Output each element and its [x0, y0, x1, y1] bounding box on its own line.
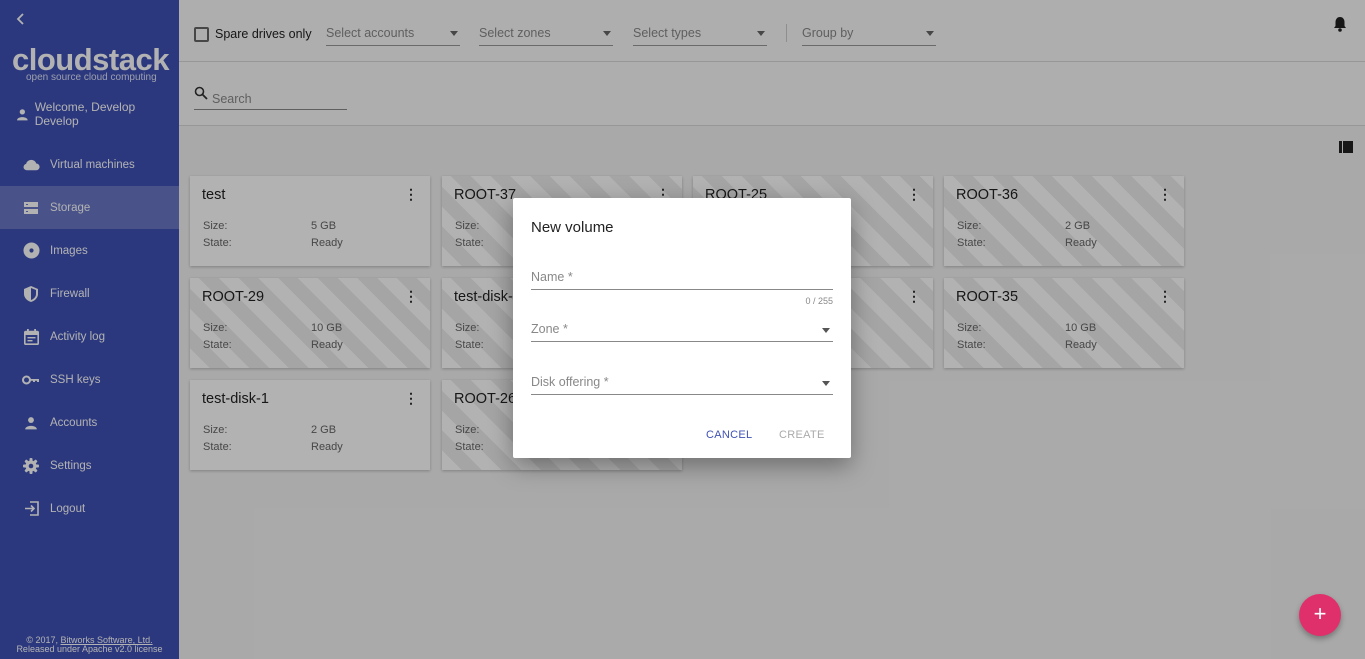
name-field[interactable]: Name *	[531, 266, 833, 290]
name-char-counter: 0 / 255	[805, 296, 833, 306]
zone-select[interactable]: Zone *	[531, 318, 833, 342]
cancel-button[interactable]: CANCEL	[706, 429, 752, 441]
add-volume-button[interactable]: +	[1299, 594, 1341, 636]
chevron-down-icon	[822, 328, 830, 333]
name-field-label: Name *	[531, 270, 573, 284]
disk-offering-select[interactable]: Disk offering *	[531, 371, 833, 395]
dialog-title: New volume	[531, 219, 614, 236]
zone-select-label: Zone *	[531, 322, 568, 336]
create-button[interactable]: CREATE	[779, 429, 825, 441]
chevron-down-icon	[822, 381, 830, 386]
new-volume-dialog: New volume Name * 0 / 255 Zone * Disk of…	[513, 198, 851, 458]
disk-offering-label: Disk offering *	[531, 375, 609, 389]
